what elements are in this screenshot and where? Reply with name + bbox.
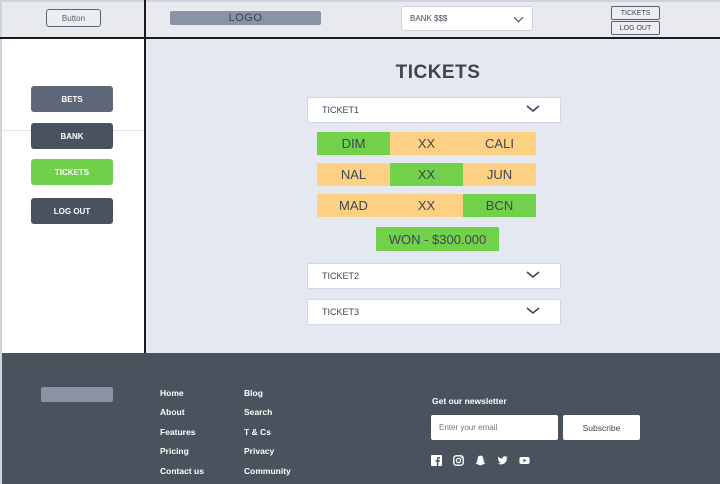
chevron-down-icon bbox=[526, 271, 540, 279]
chevron-down-icon bbox=[526, 307, 540, 315]
bank-select[interactable]: BANK $$$ bbox=[401, 6, 533, 31]
header-button[interactable]: Button bbox=[46, 9, 101, 27]
bet-row: MAD XX BCN bbox=[317, 194, 536, 217]
chevron-down-icon bbox=[526, 105, 540, 113]
footer-link-search[interactable]: Search bbox=[244, 407, 272, 417]
subscribe-button[interactable]: Subscribe bbox=[563, 415, 640, 440]
footer-link-terms[interactable]: T & Cs bbox=[244, 427, 271, 437]
ticket-label: TICKET2 bbox=[322, 271, 360, 281]
footer-link-privacy[interactable]: Privacy bbox=[244, 446, 274, 456]
footer-link-features[interactable]: Features bbox=[160, 427, 195, 437]
header-tickets-button[interactable]: TICKETS bbox=[611, 6, 660, 20]
bank-select-value: BANK $$$ bbox=[410, 14, 448, 23]
page-title: TICKETS bbox=[395, 62, 481, 83]
bet-cell: NAL bbox=[317, 163, 390, 186]
newsletter-title: Get our newsletter bbox=[432, 396, 507, 406]
bet-row: DIM XX CALI bbox=[317, 132, 536, 155]
facebook-icon[interactable] bbox=[431, 455, 442, 466]
footer-link-pricing[interactable]: Pricing bbox=[160, 446, 189, 456]
instagram-icon[interactable] bbox=[453, 455, 464, 466]
sidebar-item-tickets[interactable]: TICKETS bbox=[31, 159, 113, 185]
footer-link-contact[interactable]: Contact us bbox=[160, 466, 204, 476]
footer-logo bbox=[41, 387, 113, 402]
twitter-icon[interactable] bbox=[497, 455, 508, 466]
bet-cell: DIM bbox=[317, 132, 390, 155]
footer-link-blog[interactable]: Blog bbox=[244, 388, 263, 398]
bet-row: NAL XX JUN bbox=[317, 163, 536, 186]
result-badge: WON - $300.000 bbox=[376, 227, 499, 251]
bet-cell: CALI bbox=[463, 132, 536, 155]
header-logout-button[interactable]: LOG OUT bbox=[611, 21, 660, 35]
sidebar-item-bets[interactable]: BETS bbox=[31, 86, 113, 112]
ticket-label: TICKET1 bbox=[322, 105, 360, 115]
footer-link-home[interactable]: Home bbox=[160, 388, 184, 398]
sidebar-item-logout[interactable]: LOG OUT bbox=[31, 198, 113, 224]
ticket-2-dropdown[interactable]: TICKET2 bbox=[307, 263, 561, 289]
ticket-3-dropdown[interactable]: TICKET3 bbox=[307, 299, 561, 325]
bet-cell: XX bbox=[390, 132, 463, 155]
ticket-1-dropdown[interactable]: TICKET1 bbox=[307, 97, 561, 123]
youtube-icon[interactable] bbox=[519, 455, 530, 466]
sidebar-item-bank[interactable]: BANK bbox=[31, 123, 113, 149]
bet-cell: BCN bbox=[463, 194, 536, 217]
footer-link-about[interactable]: About bbox=[160, 407, 185, 417]
bet-cell: XX bbox=[390, 194, 463, 217]
snapchat-icon[interactable] bbox=[475, 455, 486, 466]
logo: LOGO bbox=[170, 11, 321, 25]
bet-cell: XX bbox=[390, 163, 463, 186]
footer-link-community[interactable]: Community bbox=[244, 466, 291, 476]
ticket-label: TICKET3 bbox=[322, 307, 360, 317]
chevron-down-icon bbox=[513, 12, 524, 23]
bet-cell: JUN bbox=[463, 163, 536, 186]
bet-cell: MAD bbox=[317, 194, 390, 217]
newsletter-email-input[interactable] bbox=[431, 415, 558, 440]
app-frame: Button LOGO BANK $$$ TICKETS LOG OUT BET… bbox=[0, 0, 720, 484]
